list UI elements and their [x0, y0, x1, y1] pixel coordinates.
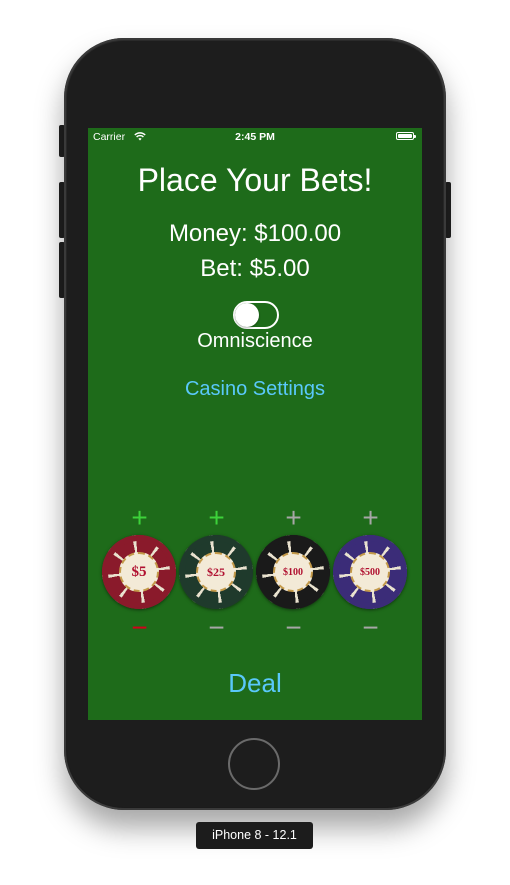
chip-5-face: $5	[119, 552, 159, 592]
deal-button[interactable]: Deal	[88, 668, 422, 699]
page-title: Place Your Bets!	[137, 162, 373, 198]
add-chip-5-button[interactable]: +	[101, 504, 178, 532]
money-label: Money: $100.00	[168, 220, 342, 247]
omniscience-toggle[interactable]	[233, 301, 279, 329]
chip-500-face: $500	[350, 552, 390, 592]
chip-column-100: + $100 −	[255, 504, 332, 642]
simulator-window: Carrier 2:45 PM Place Your Bets! Money: …	[0, 0, 510, 885]
chip-column-5: + $5 −	[101, 504, 178, 642]
chip-100[interactable]: $100	[256, 535, 330, 609]
omniscience-label: Omniscience	[197, 330, 313, 352]
chip-25-face: $25	[196, 552, 236, 592]
casino-settings-link[interactable]: Casino Settings	[88, 378, 422, 401]
chip-5-value: $5	[131, 563, 147, 580]
chip-100-value: $100	[283, 566, 303, 578]
chip-25-value: $25	[207, 564, 225, 579]
chip-100-face: $100	[273, 552, 313, 592]
app-screen: Carrier 2:45 PM Place Your Bets! Money: …	[88, 128, 422, 720]
remove-chip-100-button[interactable]: −	[255, 614, 332, 642]
chip-500[interactable]: $500	[333, 535, 407, 609]
add-chip-25-button[interactable]: +	[178, 504, 255, 532]
status-time: 2:45 PM	[235, 131, 275, 143]
device-label: iPhone 8 - 12.1	[196, 822, 313, 849]
add-chip-500-button[interactable]: +	[332, 504, 409, 532]
chip-25[interactable]: $25	[179, 535, 253, 609]
remove-chip-5-button[interactable]: −	[101, 614, 178, 642]
remove-chip-500-button[interactable]: −	[332, 614, 409, 642]
chip-500-value: $500	[360, 566, 380, 578]
chip-column-25: + $25 −	[178, 504, 255, 642]
battery-icon	[396, 132, 416, 140]
toggle-knob	[235, 303, 259, 327]
home-button[interactable]	[228, 738, 280, 790]
bet-label: Bet: $5.00	[200, 255, 310, 282]
add-chip-100-button[interactable]: +	[255, 504, 332, 532]
status-bar: Carrier 2:45 PM	[88, 128, 422, 146]
chip-column-500: + $500 −	[332, 504, 409, 642]
remove-chip-25-button[interactable]: −	[178, 614, 255, 642]
chip-5[interactable]: $5	[102, 535, 176, 609]
